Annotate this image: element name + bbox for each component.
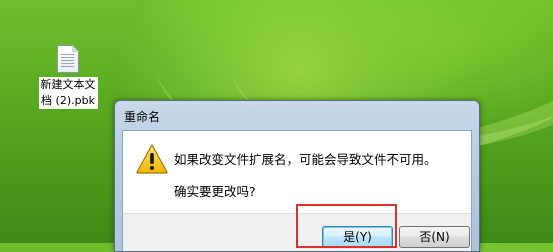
warning-icon xyxy=(136,144,168,174)
desktop-file-label-line1: 新建文本文 xyxy=(40,78,96,91)
desktop-file-label-line2: 档 (2).pbk xyxy=(41,94,95,107)
desktop-file-label: 新建文本文 档 (2).pbk xyxy=(38,77,98,109)
text-file-icon xyxy=(57,45,79,73)
highlight-annotation-box xyxy=(296,204,397,248)
dialog-title-bar[interactable]: 重命名 xyxy=(115,101,479,129)
dialog-title: 重命名 xyxy=(124,110,161,124)
no-button[interactable]: 否(N) xyxy=(399,226,470,248)
dialog-message: 如果改变文件扩展名，可能会导致文件不可用。 xyxy=(174,152,437,167)
dialog-question: 确实要更改吗? xyxy=(174,184,256,199)
desktop-file-item[interactable]: 新建文本文 档 (2).pbk xyxy=(33,45,103,109)
